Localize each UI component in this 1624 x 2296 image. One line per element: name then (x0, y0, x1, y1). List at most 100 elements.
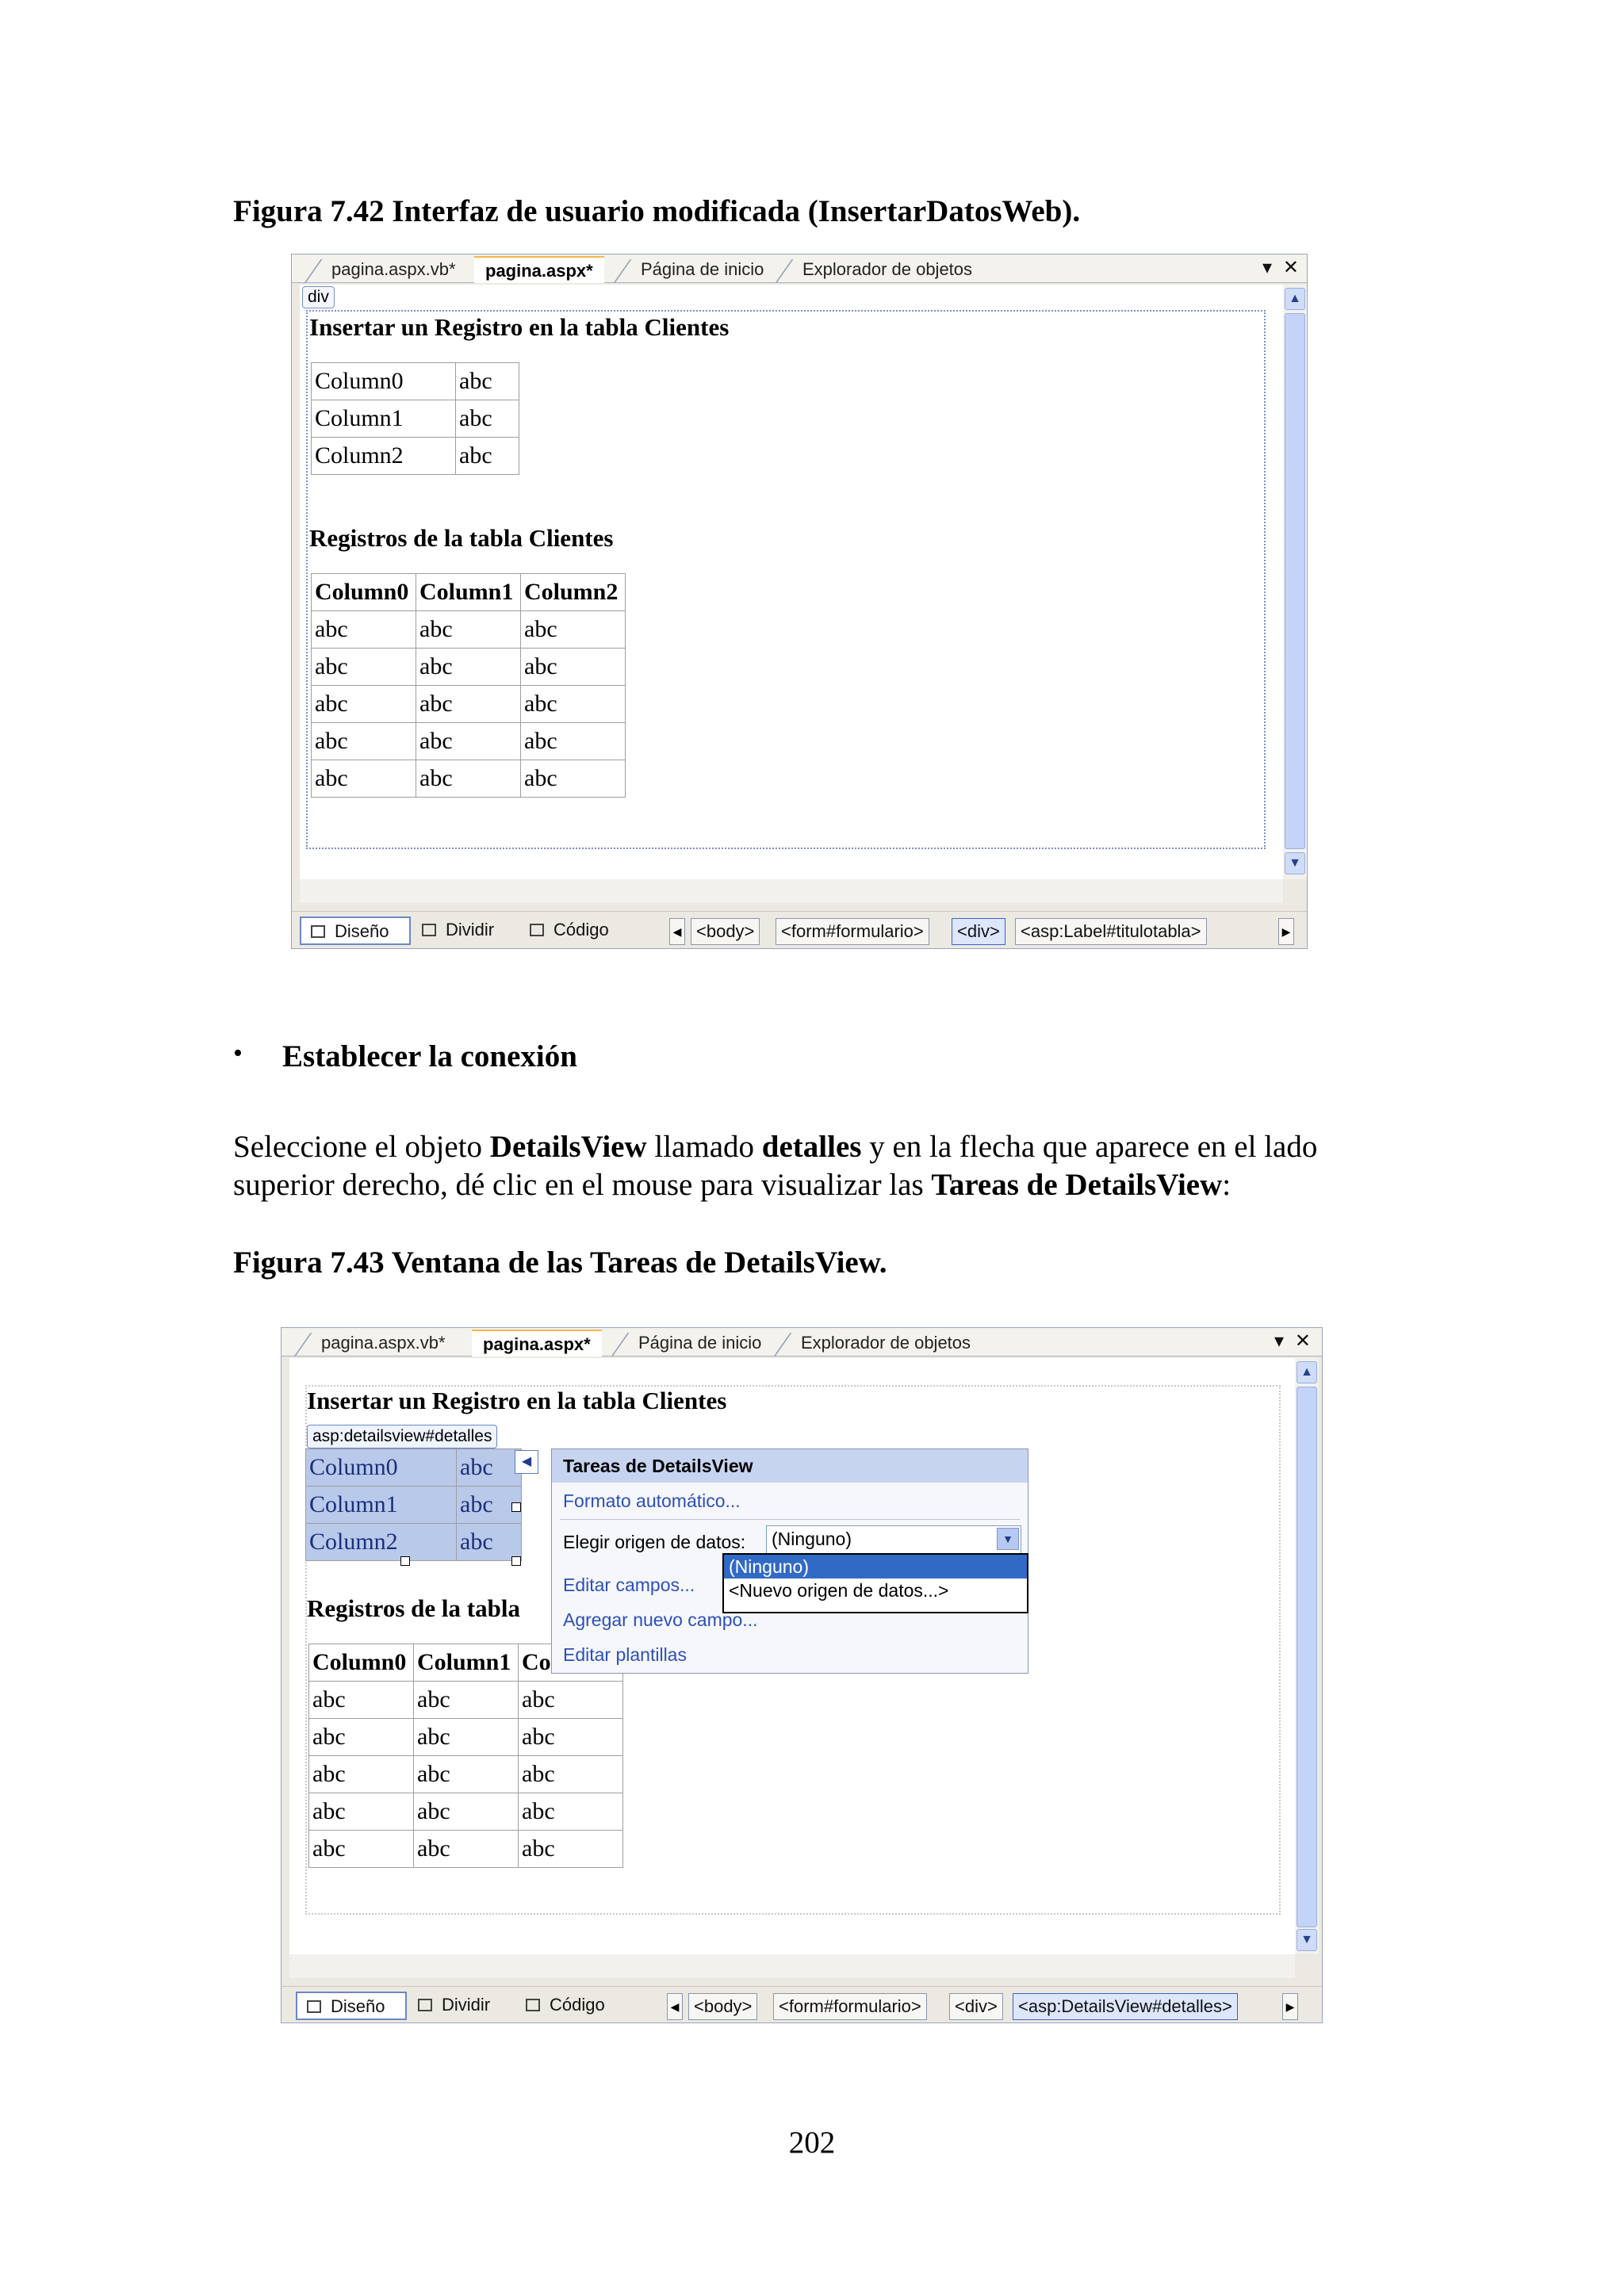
grid-cell: abc (311, 610, 416, 649)
grid-cell: abc (518, 1681, 623, 1719)
scroll-thumb[interactable] (1285, 313, 1305, 849)
para-text: : (1222, 1168, 1231, 1202)
vs-designer-window-1: pagina.aspx.vb* pagina.aspx* Página de i… (291, 254, 1308, 949)
split-view-icon (418, 1999, 432, 2011)
breadcrumb-left-icon[interactable]: ◀ (667, 1993, 683, 2020)
tab-pagina-aspx[interactable]: pagina.aspx* (472, 1330, 602, 1357)
code-view-label: Código (553, 920, 609, 939)
data-source-label: Elegir origen de datos: (563, 1532, 746, 1552)
details-row: Column0 abc (311, 362, 519, 400)
tab-explorador-de-objetos[interactable]: Explorador de objetos (779, 256, 983, 283)
horizontal-scrollbar[interactable] (289, 1954, 1295, 1978)
bullet-icon: • (233, 1039, 243, 1068)
details-row: Column0 abc (305, 1448, 522, 1487)
resize-handle[interactable] (511, 1502, 521, 1512)
design-view-button[interactable]: Diseño (296, 1992, 407, 2020)
details-view-selected[interactable]: Column0 abc Column1 abc Column2 abc (305, 1448, 522, 1561)
design-surface[interactable]: div Insertar un Registro en la tabla Cli… (300, 285, 1283, 879)
data-source-dropdown-list[interactable]: (Ninguno) <Nuevo origen de datos...> (722, 1553, 1028, 1613)
grid-cell: abc (311, 648, 416, 686)
breadcrumb-label[interactable]: <asp:Label#titulotabla> (1015, 918, 1207, 945)
design-view-label: Diseño (331, 1996, 385, 2016)
split-view-button[interactable]: Dividir (412, 916, 515, 945)
scroll-up-icon[interactable]: ▲ (1297, 1361, 1317, 1383)
code-view-icon (530, 924, 544, 936)
scroll-thumb[interactable] (1297, 1387, 1317, 1927)
grid-cell: abc (416, 648, 521, 686)
resize-handle[interactable] (511, 1556, 521, 1566)
horizontal-scrollbar[interactable] (300, 879, 1283, 903)
details-field-value: abc (456, 1523, 522, 1561)
split-view-button[interactable]: Dividir (408, 1992, 511, 2020)
scroll-down-icon[interactable]: ▼ (1285, 852, 1305, 874)
grid-cell: abc (308, 1830, 414, 1868)
tab-pagina-aspx-vb[interactable]: pagina.aspx.vb* (308, 256, 467, 283)
tab-list-dropdown-icon[interactable]: ▾ (1274, 1328, 1284, 1355)
breadcrumb-detailsview[interactable]: <asp:DetailsView#detalles> (1013, 1993, 1238, 2020)
close-icon[interactable]: ✕ (1295, 1328, 1311, 1355)
edit-fields-link[interactable]: Editar campos... (563, 1575, 695, 1596)
details-view[interactable]: Column0 abc Column1 abc Column2 abc (311, 362, 519, 475)
smart-tag-arrow-icon[interactable]: ◀ (515, 1450, 538, 1474)
dropdown-option-new-source[interactable]: <Nuevo origen de datos...> (724, 1578, 1027, 1602)
scroll-down-icon[interactable]: ▼ (1297, 1929, 1317, 1951)
breadcrumb-div[interactable]: <div> (952, 918, 1005, 945)
data-source-select[interactable]: (Ninguno) ▼ (766, 1525, 1021, 1554)
grid-row: abc abc abc (311, 722, 626, 760)
design-view-icon (311, 925, 325, 938)
tab-list-dropdown-icon[interactable]: ▾ (1262, 254, 1272, 281)
vertical-scrollbar[interactable]: ▲ ▼ (1283, 285, 1307, 879)
breadcrumb-right-icon[interactable]: ▶ (1278, 918, 1294, 945)
code-view-button[interactable]: Código (516, 1992, 619, 2020)
breadcrumb-right-icon[interactable]: ▶ (1282, 1993, 1298, 2020)
edit-templates-link[interactable]: Editar plantillas (563, 1644, 687, 1666)
grid-header-cell: Column2 (520, 573, 626, 611)
breadcrumb-div[interactable]: <div> (949, 1993, 1003, 2020)
resize-handle[interactable] (400, 1556, 410, 1566)
vertical-scrollbar[interactable]: ▲ ▼ (1295, 1358, 1319, 1954)
grid-row: abc abc abc (311, 648, 626, 686)
grid-cell: abc (518, 1718, 623, 1756)
details-field-name: Column2 (311, 437, 456, 475)
grid-cell: abc (413, 1681, 519, 1719)
details-row: Column2 abc (311, 437, 519, 475)
tab-pagina-de-inicio[interactable]: Página de inicio (615, 1330, 772, 1357)
scroll-up-icon[interactable]: ▲ (1285, 288, 1305, 310)
details-field-name: Column1 (305, 1486, 457, 1524)
breadcrumb-form[interactable]: <form#formulario> (776, 918, 929, 945)
tab-pagina-aspx-vb[interactable]: pagina.aspx.vb* (297, 1330, 457, 1357)
para-text: y en la flecha que aparece en el lado (861, 1130, 1318, 1164)
close-icon[interactable]: ✕ (1283, 254, 1299, 281)
grid-cell: abc (416, 685, 521, 723)
grid-cell: abc (413, 1793, 519, 1831)
grid-header-cell: Column1 (413, 1644, 519, 1682)
details-field-name: Column0 (311, 362, 456, 400)
tab-pagina-de-inicio[interactable]: Página de inicio (617, 256, 775, 283)
tab-pagina-aspx[interactable]: pagina.aspx* (474, 256, 604, 283)
grid-cell: abc (416, 722, 521, 760)
code-view-button[interactable]: Código (520, 916, 623, 945)
details-row: Column2 abc (305, 1523, 522, 1561)
grid-view[interactable]: Column0Column1Column2 abcabcabc abcabcab… (308, 1644, 623, 1868)
design-surface[interactable]: Insertar un Registro en la tabla Cliente… (289, 1358, 1295, 1954)
breadcrumb-body[interactable]: <body> (688, 1993, 758, 2020)
breadcrumb-body[interactable]: <body> (691, 918, 760, 945)
records-heading: Registros de la tabla Clientes (309, 524, 614, 552)
design-view-button[interactable]: Diseño (300, 916, 411, 945)
details-field-value: abc (455, 400, 519, 438)
grid-cell: abc (413, 1830, 519, 1868)
records-heading: Registros de la tabla (307, 1594, 520, 1622)
grid-row: abc abc abc (311, 610, 626, 649)
grid-cell: abc (308, 1718, 414, 1756)
breadcrumb-left-icon[interactable]: ◀ (669, 918, 685, 945)
auto-format-link[interactable]: Formato automático... (563, 1490, 741, 1512)
tab-explorador-de-objetos[interactable]: Explorador de objetos (777, 1330, 982, 1357)
designer-status-bar: Diseño Dividir Código ◀ <body> <form#for… (292, 911, 1307, 947)
split-view-label: Dividir (442, 1995, 491, 2015)
breadcrumb-form[interactable]: <form#formulario> (773, 1993, 927, 2020)
dropdown-option-none[interactable]: (Ninguno) (724, 1555, 1027, 1578)
details-field-name: Column0 (305, 1448, 457, 1487)
chevron-down-icon[interactable]: ▼ (997, 1528, 1019, 1550)
figure-caption-1: Figura 7.42 Interfaz de usuario modifica… (233, 194, 1081, 228)
grid-view[interactable]: Column0Column1Column2 abcabcabc abcabcab… (311, 573, 626, 798)
